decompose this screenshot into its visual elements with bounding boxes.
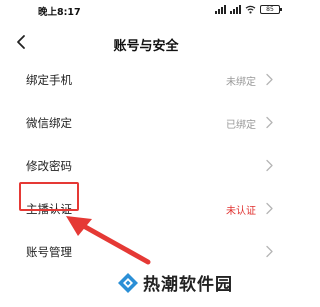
chevron-right-icon [266, 202, 273, 215]
chevron-right-icon [266, 116, 273, 129]
row-wechat-binding[interactable]: 微信绑定 已绑定 [0, 101, 292, 144]
settings-list: 绑定手机 未绑定 微信绑定 已绑定 修改密码 主播认证 未认证 账号管理 [0, 58, 292, 273]
row-label: 修改密码 [26, 159, 72, 173]
row-label: 账号管理 [26, 245, 72, 259]
signal-icon [230, 5, 241, 14]
status-bar: 晚上8:17 85 [0, 0, 292, 22]
nav-bar: 账号与安全 [0, 26, 292, 62]
row-change-password[interactable]: 修改密码 [0, 144, 292, 187]
battery-icon: 85 [260, 5, 282, 14]
row-value: 未绑定 [226, 77, 256, 88]
signal-icon [215, 5, 226, 14]
watermark: 热潮软件园 [117, 270, 233, 295]
row-label: 微信绑定 [26, 116, 72, 130]
status-icons: 85 [215, 5, 282, 14]
row-account-management[interactable]: 账号管理 [0, 230, 292, 273]
wifi-icon [245, 5, 256, 14]
diamond-logo-icon [118, 272, 138, 293]
chevron-right-icon [266, 245, 273, 258]
watermark-text: 热潮软件园 [143, 275, 233, 295]
row-label: 绑定手机 [26, 73, 72, 87]
row-value-alert: 未认证 [226, 206, 256, 217]
chevron-right-icon [266, 159, 273, 172]
highlight-box [19, 182, 79, 211]
chevron-right-icon [266, 73, 273, 86]
page-title: 账号与安全 [113, 39, 179, 54]
row-value: 已绑定 [226, 120, 256, 131]
status-time: 晚上8:17 [38, 7, 81, 18]
row-bind-phone[interactable]: 绑定手机 未绑定 [0, 58, 292, 101]
